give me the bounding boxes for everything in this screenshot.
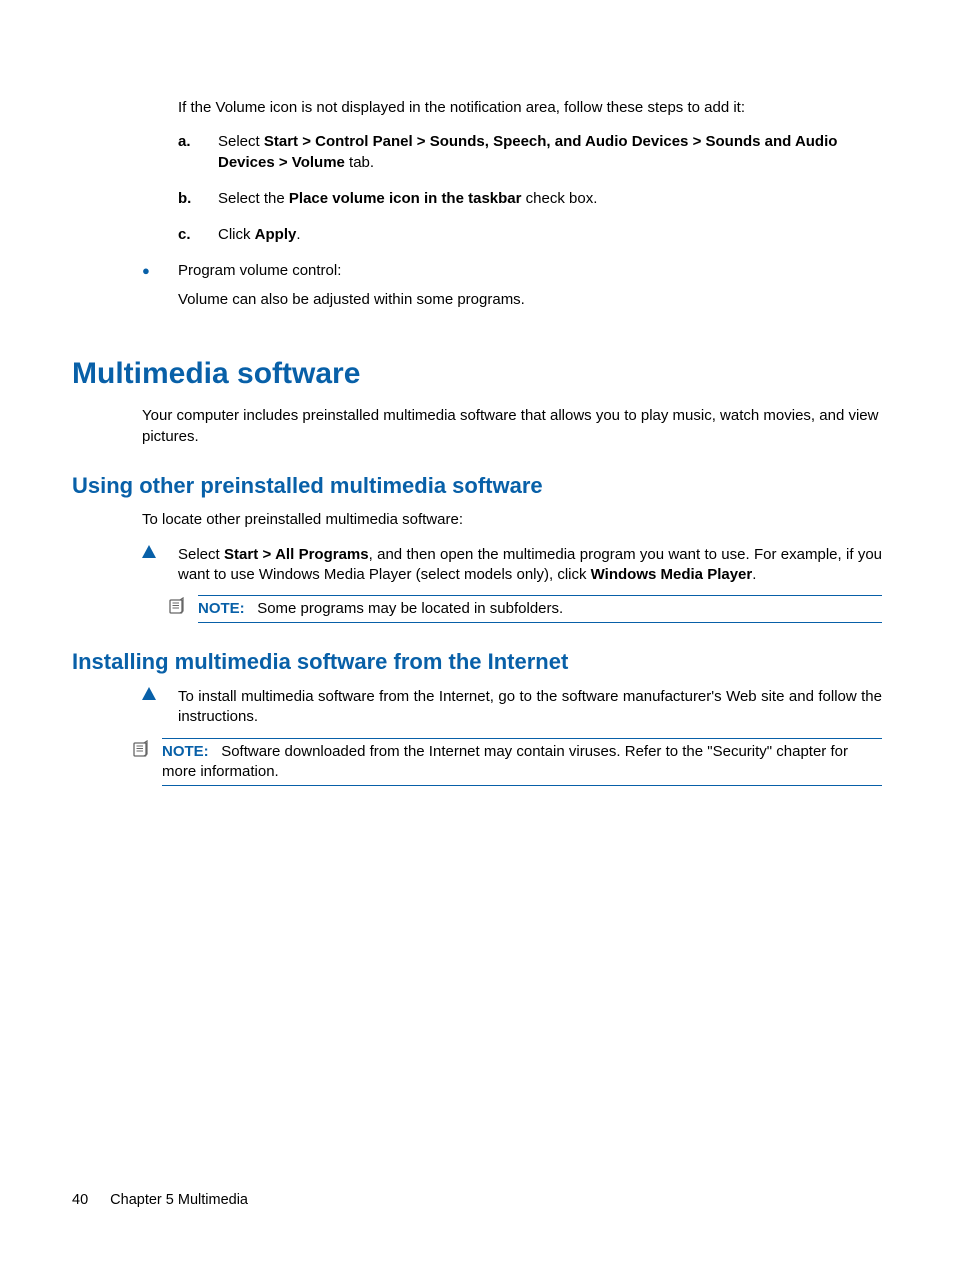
intro-text: If the Volume icon is not displayed in t… [178, 98, 882, 118]
triangle-text: Select Start > All Programs, and then op… [178, 545, 882, 586]
triangle-step: Select Start > All Programs, and then op… [142, 545, 882, 586]
note-block: NOTE: Software downloaded from the Inter… [132, 738, 882, 787]
note-text: Some programs may be located in subfolde… [257, 600, 563, 617]
bullet-text: Volume can also be adjusted within some … [178, 290, 882, 310]
intro-paragraph: If the Volume icon is not displayed in t… [178, 98, 882, 245]
triangle-icon [142, 545, 178, 586]
note-body: NOTE: Some programs may be located in su… [198, 595, 882, 623]
ordered-steps: a. Select Start > Control Panel > Sounds… [178, 132, 882, 245]
bullet-body: Program volume control: Volume can also … [178, 261, 882, 324]
step-marker: c. [178, 225, 218, 245]
step-bold: Place volume icon in the taskbar [289, 190, 522, 207]
step-bold: Start > Control Panel > Sounds, Speech, … [218, 133, 837, 170]
tri-pre: Select [178, 546, 224, 563]
bullet-icon: ● [142, 261, 178, 324]
step-marker: a. [178, 132, 218, 173]
heading-body: Your computer includes preinstalled mult… [142, 406, 882, 447]
tri-bold: Start > All Programs [224, 546, 369, 563]
step-b: b. Select the Place volume icon in the t… [178, 189, 882, 209]
step-text: Select Start > Control Panel > Sounds, S… [218, 132, 882, 173]
document-page: If the Volume icon is not displayed in t… [0, 0, 954, 860]
step-post: . [296, 226, 300, 243]
note-icon [168, 595, 198, 620]
chapter-label: Chapter 5 Multimedia [110, 1192, 248, 1208]
note-block: NOTE: Some programs may be located in su… [168, 595, 882, 623]
step-pre: Click [218, 226, 255, 243]
heading-body-text: Your computer includes preinstalled mult… [142, 406, 882, 447]
section-body: To locate other preinstalled multimedia … [142, 510, 882, 530]
step-text: Click Apply. [218, 225, 882, 245]
triangle-step: To install multimedia software from the … [142, 687, 882, 728]
bullet-item: ● Program volume control: Volume can als… [142, 261, 882, 324]
triangle-text: To install multimedia software from the … [178, 687, 882, 728]
step-bold: Apply [255, 226, 297, 243]
note-text: Software downloaded from the Internet ma… [162, 743, 848, 780]
heading-multimedia-software: Multimedia software [72, 354, 882, 395]
note-body: NOTE: Software downloaded from the Inter… [162, 738, 882, 787]
page-number: 40 [72, 1192, 88, 1208]
triangle-icon [142, 687, 178, 728]
tri-post: . [752, 566, 756, 583]
bullet-title: Program volume control: [178, 261, 882, 281]
step-text: Select the Place volume icon in the task… [218, 189, 882, 209]
step-marker: b. [178, 189, 218, 209]
step-a: a. Select Start > Control Panel > Sounds… [178, 132, 882, 173]
tri-bold: Windows Media Player [591, 566, 753, 583]
subheading-installing: Installing multimedia software from the … [72, 647, 882, 677]
step-c: c. Click Apply. [178, 225, 882, 245]
step-post: check box. [521, 190, 597, 207]
step-post: tab. [345, 154, 374, 171]
step-pre: Select the [218, 190, 289, 207]
page-footer: 40 Chapter 5 Multimedia [72, 1192, 248, 1208]
subheading-using-other: Using other preinstalled multimedia soft… [72, 471, 882, 501]
note-label: NOTE: [198, 600, 245, 617]
note-icon [132, 738, 162, 763]
step-pre: Select [218, 133, 264, 150]
section-lead: To locate other preinstalled multimedia … [142, 510, 882, 530]
note-label: NOTE: [162, 743, 209, 760]
